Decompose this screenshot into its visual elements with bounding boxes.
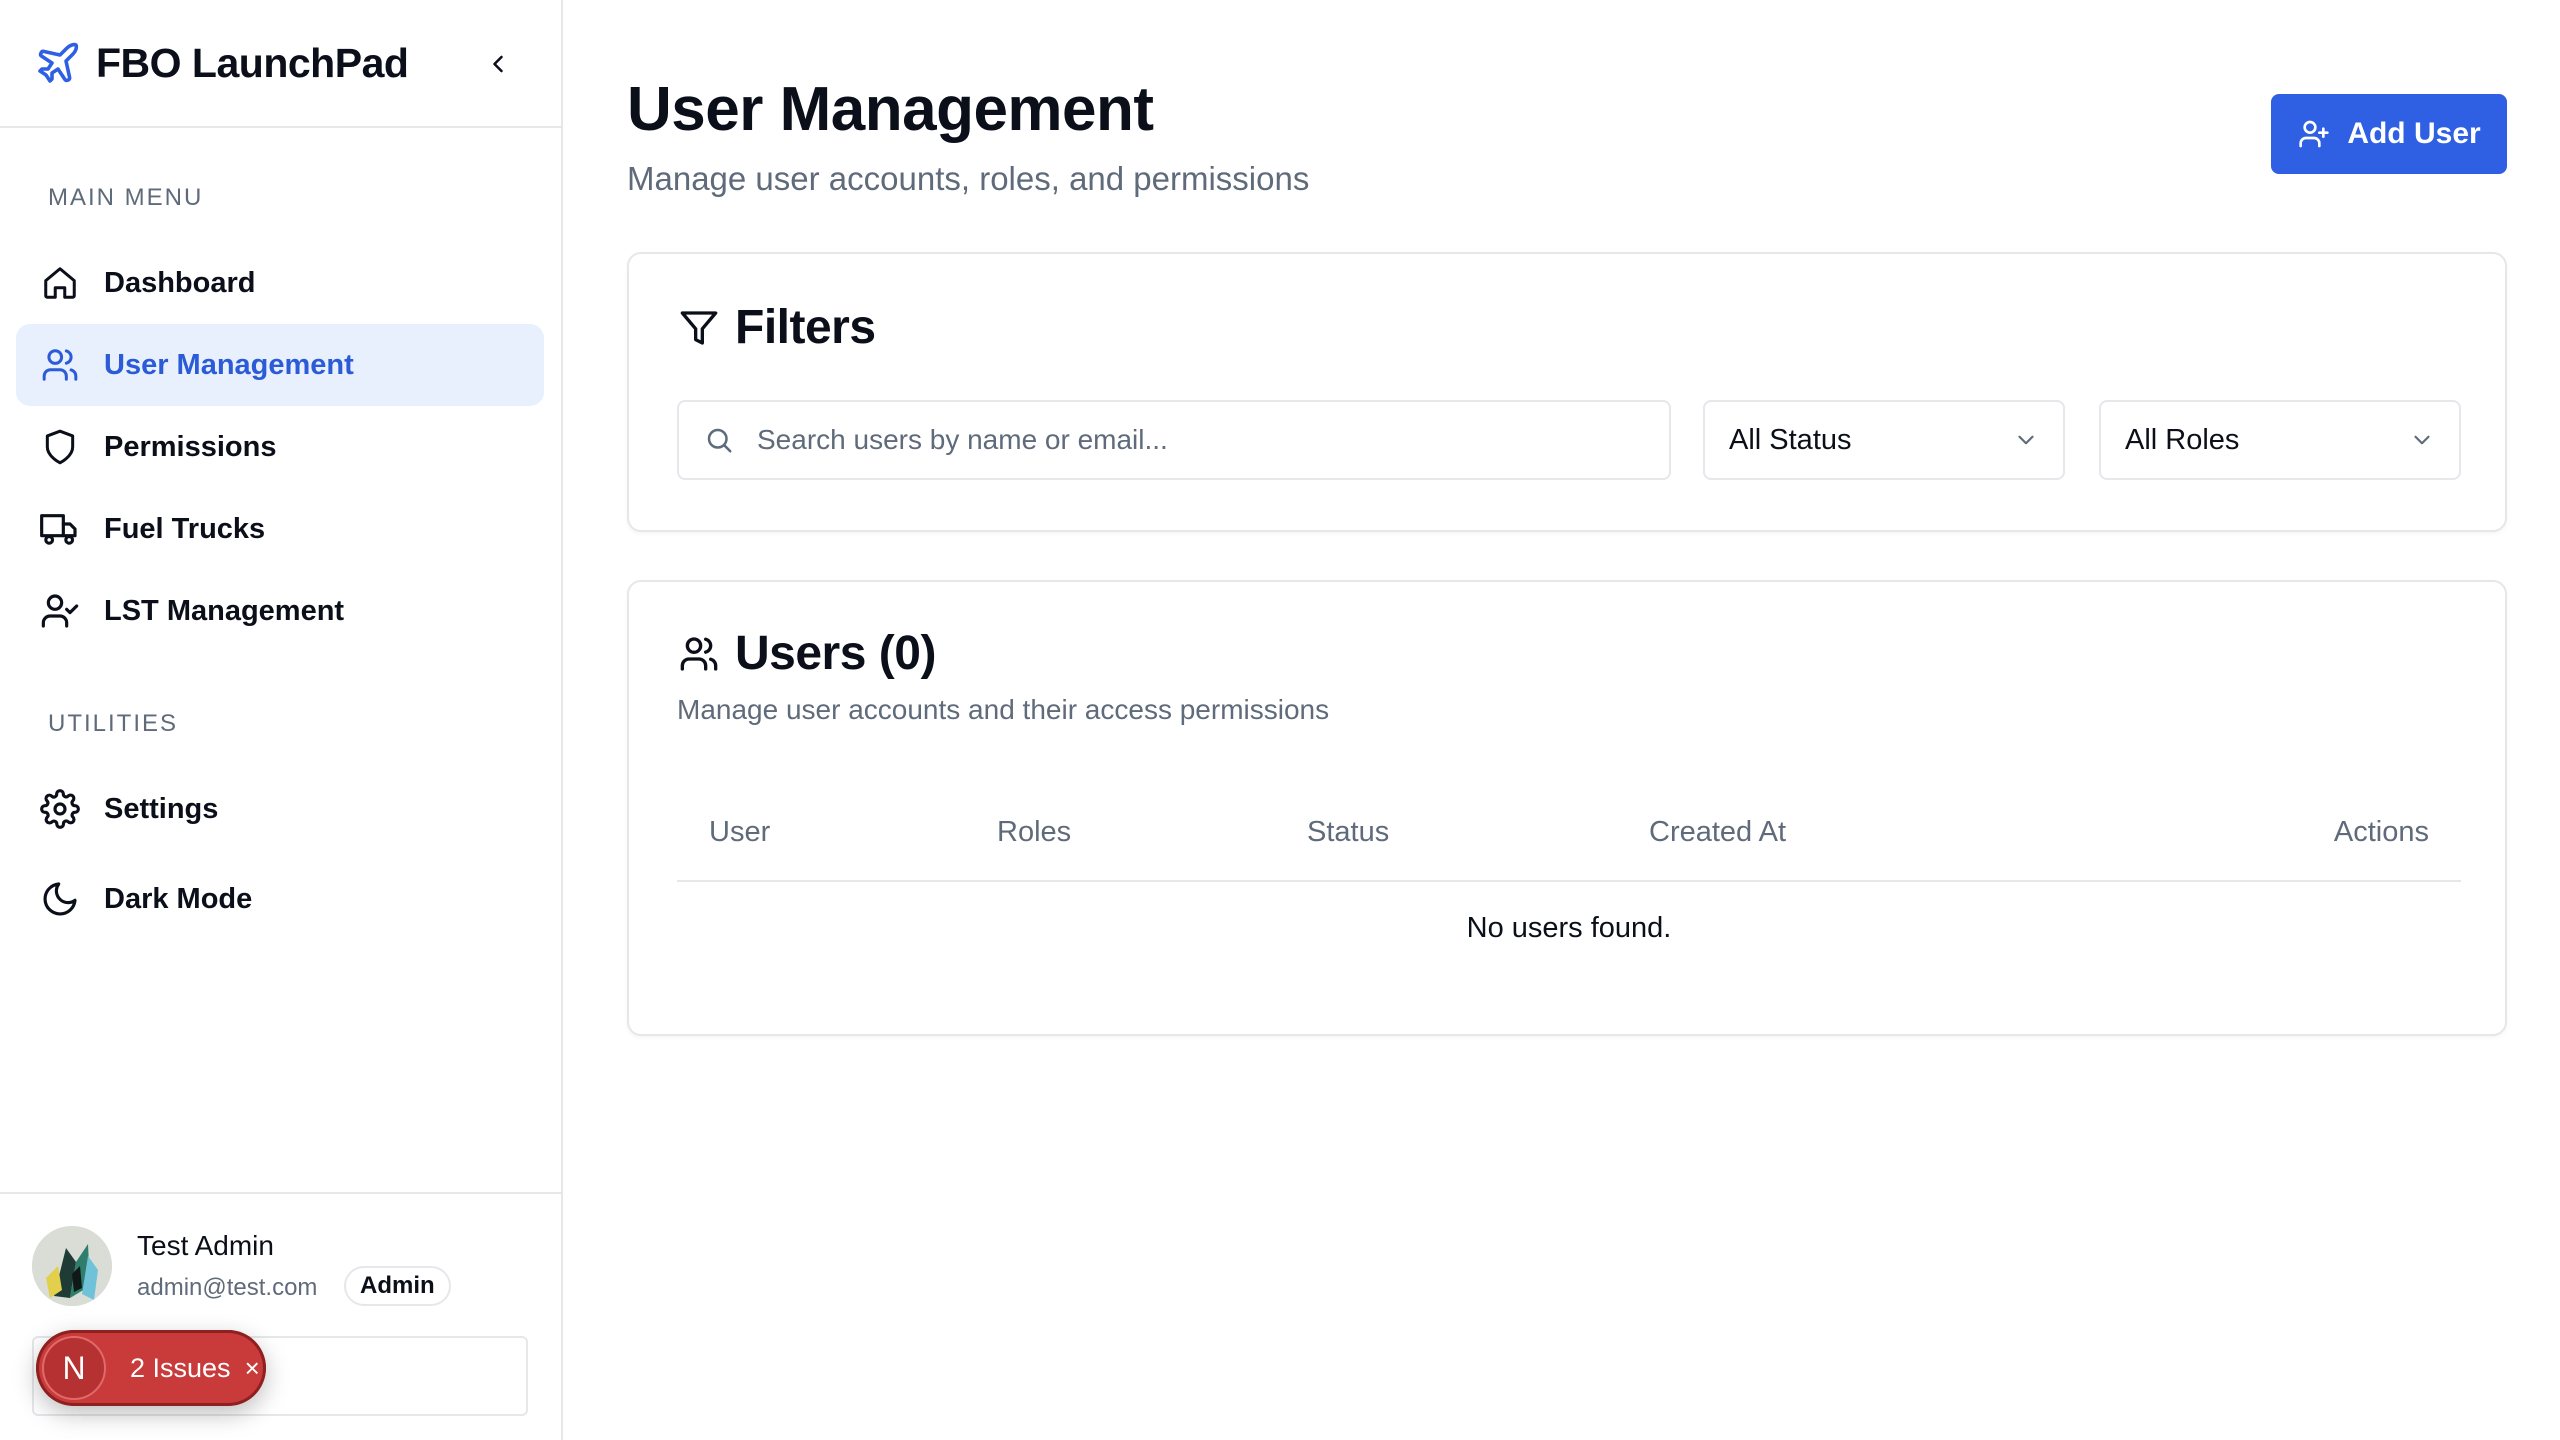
filter-icon: [677, 306, 721, 350]
brand-header: FBO LaunchPad: [0, 0, 561, 128]
search-icon: [701, 422, 737, 458]
sidebar-item-label: Fuel Trucks: [104, 512, 266, 545]
filters-header: Filters: [677, 300, 876, 355]
plane-icon: [34, 39, 82, 87]
users-header: Users (0): [677, 626, 936, 681]
sidebar-item-settings[interactable]: Settings: [16, 768, 544, 850]
page-title: User Management: [627, 75, 1154, 144]
roles-select[interactable]: All Roles: [2099, 400, 2461, 480]
sidebar-item-user-management[interactable]: User Management: [16, 324, 544, 406]
issues-label: 2 Issues: [130, 1352, 231, 1383]
empty-state-message: No users found.: [1466, 912, 1672, 944]
column-header-created-at[interactable]: Created At: [1649, 816, 1786, 849]
sidebar: FBO LaunchPad MAIN MENU Dashboard User M…: [0, 0, 563, 1440]
app: FBO LaunchPad MAIN MENU Dashboard User M…: [0, 0, 2560, 1440]
column-header-user[interactable]: User: [709, 816, 770, 849]
collapse-sidebar-button[interactable]: [478, 44, 518, 84]
issues-indicator[interactable]: N 2 Issues ×: [36, 1330, 266, 1406]
gear-icon: [40, 789, 80, 829]
sidebar-item-label: Dark Mode: [104, 882, 253, 915]
column-header-actions: Actions: [2333, 816, 2429, 848]
sidebar-item-permissions[interactable]: Permissions: [16, 406, 544, 488]
filters-card: Filters All Status All Roles: [627, 252, 2507, 532]
issues-logo: N: [42, 1336, 106, 1400]
chevron-down-icon: [2414, 435, 2430, 445]
status-select[interactable]: All Status: [1703, 400, 2065, 480]
users-title: Users (0): [735, 627, 936, 680]
chevron-left-icon: [493, 55, 503, 73]
shield-icon: [40, 427, 80, 467]
users-icon: [677, 632, 721, 676]
sidebar-item-label: Settings: [104, 792, 219, 825]
user-email: admin@test.com: [137, 1274, 318, 1301]
add-user-button[interactable]: Add User: [2271, 94, 2507, 174]
avatar[interactable]: [32, 1226, 112, 1306]
search-field[interactable]: [677, 400, 1671, 480]
users-subtitle: Manage user accounts and their access pe…: [677, 694, 1330, 725]
user-name: Test Admin: [137, 1230, 274, 1261]
utilities-label: UTILITIES: [48, 710, 179, 737]
add-user-label: Add User: [2347, 117, 2481, 150]
column-header-roles[interactable]: Roles: [997, 816, 1071, 849]
user-check-icon: [40, 591, 80, 631]
users-card: Users (0) Manage user accounts and their…: [627, 580, 2507, 1036]
main-menu-label: MAIN MENU: [48, 184, 204, 211]
sidebar-item-label: LST Management: [104, 594, 345, 627]
sidebar-item-lst-management[interactable]: LST Management: [16, 570, 544, 652]
roles-select-value: All Roles: [2125, 423, 2240, 456]
home-icon: [40, 263, 80, 303]
truck-icon: [40, 509, 80, 549]
moon-icon: [40, 879, 80, 919]
page-subtitle: Manage user accounts, roles, and permiss…: [627, 160, 1310, 197]
users-table-header: User Roles Status Created At Actions: [677, 792, 2461, 882]
search-input[interactable]: [757, 424, 1637, 456]
sidebar-item-label: User Management: [104, 348, 354, 381]
sidebar-item-label: Permissions: [104, 430, 277, 463]
column-header-status[interactable]: Status: [1307, 816, 1389, 849]
dark-mode-toggle[interactable]: Dark Mode: [16, 858, 544, 940]
sidebar-item-dashboard[interactable]: Dashboard: [16, 242, 544, 324]
filters-title: Filters: [735, 301, 876, 354]
status-select-value: All Status: [1729, 423, 1852, 456]
chevron-down-icon: [2018, 435, 2034, 445]
sidebar-item-fuel-trucks[interactable]: Fuel Trucks: [16, 488, 544, 570]
sidebar-item-label: Dashboard: [104, 266, 256, 299]
app-title: FBO LaunchPad: [96, 39, 409, 86]
users-icon: [40, 345, 80, 385]
user-plus-icon: [2297, 117, 2331, 151]
role-badge: Admin: [344, 1266, 451, 1306]
close-icon[interactable]: ×: [245, 1353, 260, 1384]
